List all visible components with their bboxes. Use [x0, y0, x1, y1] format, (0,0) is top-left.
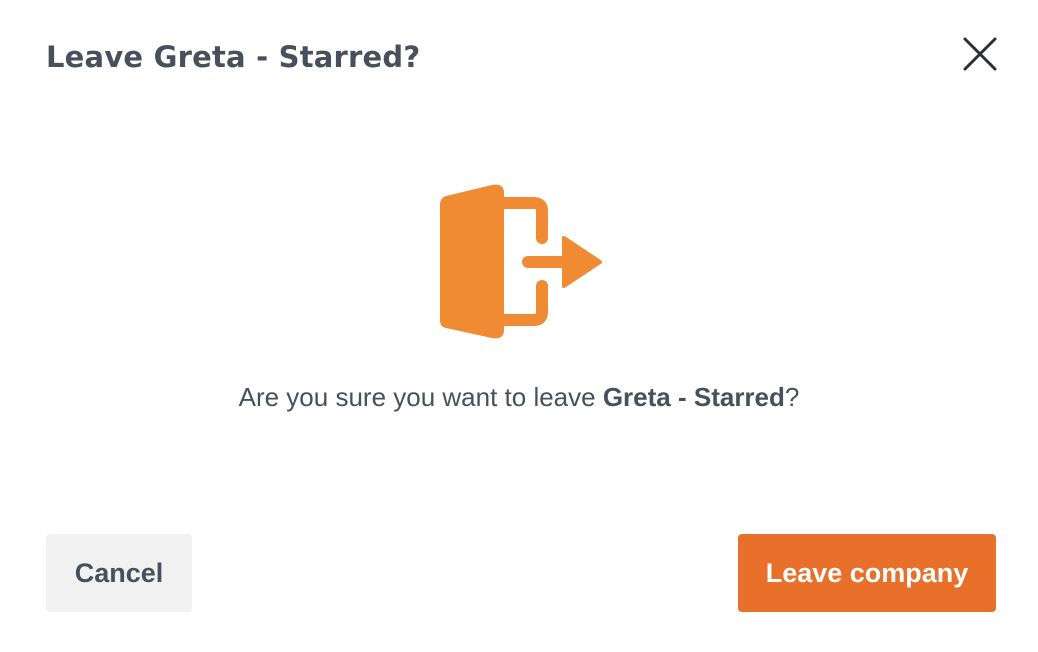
door-exit-icon [430, 178, 610, 348]
dialog-title: Leave Greta - Starred? [46, 40, 421, 74]
company-name: Greta - Starred [602, 382, 785, 412]
leave-company-dialog: Leave Greta - Starred? Are you sure you … [0, 0, 1038, 652]
close-icon [963, 37, 997, 71]
message-suffix: ? [784, 382, 800, 412]
message-prefix: Are you sure you want to leave [238, 382, 603, 412]
leave-company-button[interactable]: Leave company [738, 534, 996, 612]
close-button[interactable] [956, 30, 1004, 78]
confirmation-message: Are you sure you want to leave Greta - S… [0, 382, 1038, 413]
cancel-button[interactable]: Cancel [46, 534, 192, 612]
